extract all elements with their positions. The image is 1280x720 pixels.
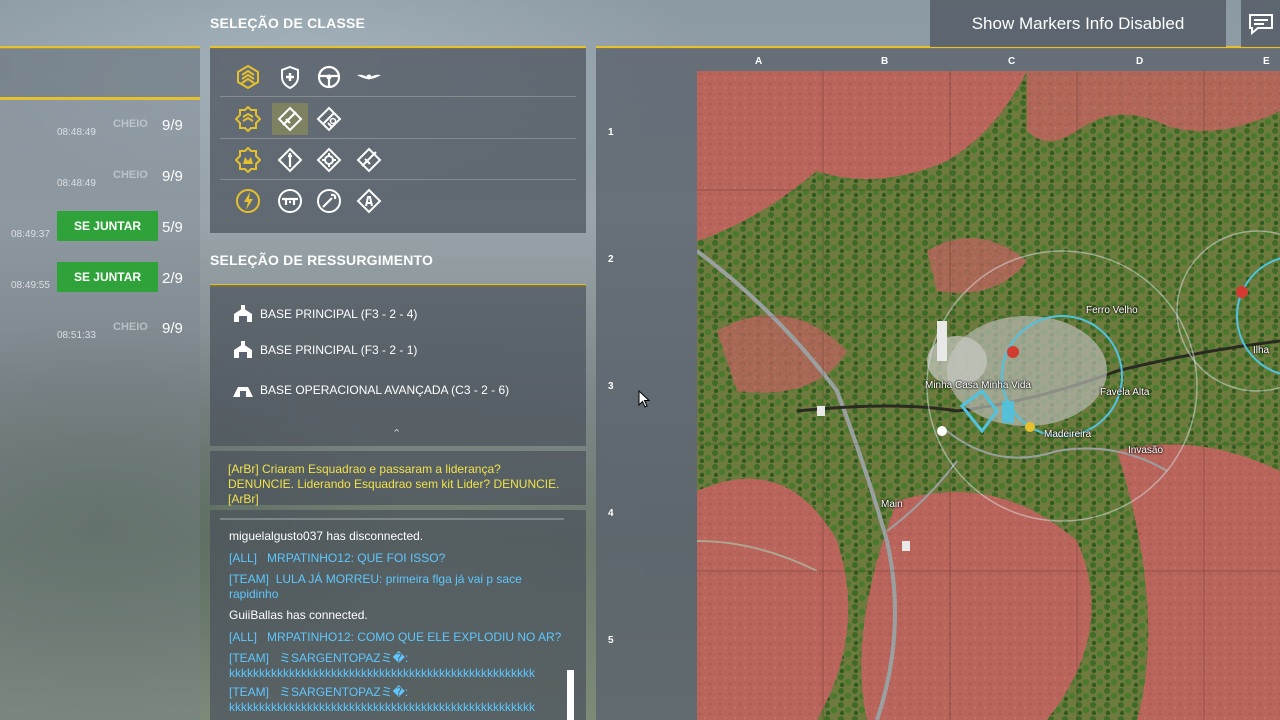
- chat-message: kkkkkkkkkkkkkkkkkkkkkkkkkkkkkkkkkkkkkkkk…: [229, 666, 535, 680]
- spawn-point-main-base-1[interactable]: BASE PRINCIPAL (F3 - 2 - 4): [232, 304, 417, 324]
- map-location-label: Ilha: [1253, 345, 1270, 356]
- squad-created-time: 08:48:49: [57, 178, 96, 189]
- grid-row-label: 4: [608, 508, 614, 519]
- grid-column-label: B: [881, 56, 889, 67]
- map-location-label: Ferro Velho: [1086, 305, 1138, 316]
- squad-full-status: CHEIO: [113, 118, 148, 130]
- map-location-label: Madeireira: [1044, 429, 1092, 440]
- class-selection-title: SELEÇÃO DE CLASSE: [210, 15, 366, 31]
- map-location-label: Minha Casa Minha Vida: [925, 380, 1031, 391]
- chat-message: miguelalgusto037 has disconnected.: [229, 529, 424, 543]
- chat-message: kkkkkkkkkkkkkkkkkkkkkkkkkkkkkkkkkkkkkkkk…: [229, 700, 535, 714]
- squad-list: 08:48:49 CHEIO 9/9 08:48:49 CHEIO 9/9 08…: [0, 48, 200, 720]
- pilot-icon[interactable]: [351, 61, 387, 93]
- fireteam-leader-icon[interactable]: [230, 103, 266, 135]
- main-base-icon: [234, 305, 252, 322]
- tactical-map[interactable]: Ferro Velho Minha Casa Minha Vida Favela…: [697, 71, 1280, 720]
- squad-leader-icon[interactable]: [230, 61, 266, 93]
- squad-member-count: 9/9: [162, 320, 183, 337]
- lat-icon[interactable]: [351, 185, 387, 217]
- squad-created-time: 08:49:55: [11, 280, 50, 291]
- chat-message: rapidinho: [229, 587, 279, 601]
- squad-full-status: CHEIO: [113, 169, 148, 181]
- spawn-point-label: BASE PRINCIPAL (F3 - 2 - 1): [260, 343, 418, 357]
- grid-column-label: A: [755, 56, 763, 67]
- sniper-icon[interactable]: [351, 144, 387, 176]
- fob-icon: [233, 387, 253, 397]
- crewman-icon[interactable]: [230, 185, 266, 217]
- respawn-selection-title: SELEÇÃO DE RESSURGIMENTO: [210, 252, 434, 268]
- rifleman-icon[interactable]: [272, 103, 308, 135]
- squad-member-count: 9/9: [162, 168, 183, 185]
- join-squad-button[interactable]: SE JUNTAR: [57, 262, 158, 292]
- grid-row-label: 3: [608, 381, 614, 392]
- squad-row: 08:51:33 CHEIO 9/9: [0, 314, 200, 348]
- chat-scrollbar[interactable]: [567, 670, 574, 720]
- marksman-icon[interactable]: [311, 144, 347, 176]
- spawn-point-fob[interactable]: BASE OPERACIONAL AVANÇADA (C3 - 2 - 6): [232, 380, 509, 400]
- grid-row-label: 2: [608, 254, 614, 265]
- squad-created-time: 08:49:37: [11, 229, 50, 240]
- grid-row-label: 1: [608, 127, 614, 138]
- collapse-chevron-icon[interactable]: ⌃: [392, 427, 401, 440]
- spawn-point-main-base-2[interactable]: BASE PRINCIPAL (F3 - 2 - 1): [232, 340, 417, 360]
- squad-row: 08:48:49 CHEIO 9/9: [0, 162, 200, 196]
- driver-icon[interactable]: [311, 61, 347, 93]
- squad-member-count: 9/9: [162, 117, 183, 134]
- squad-list-header: [0, 48, 200, 98]
- grid-column-label: D: [1136, 56, 1144, 67]
- chat-message: [TEAM] ミSARGENTOPAZミ�:: [229, 685, 409, 699]
- map-location-label: Invasão: [1128, 445, 1164, 456]
- map-terrain: [697, 71, 1280, 720]
- mouse-cursor-icon: [638, 390, 650, 408]
- commander-icon[interactable]: [230, 144, 266, 176]
- join-squad-button[interactable]: SE JUNTAR: [57, 211, 158, 241]
- squad-row: 08:48:49 CHEIO 9/9: [0, 111, 200, 145]
- chat-message: [ALL] MRPATINHO12: COMO QUE ELE EXPLODIU…: [229, 630, 562, 644]
- squad-row: 08:49:55 SE JUNTAR 2/9: [0, 262, 200, 296]
- class-selection-panel: [210, 48, 586, 233]
- server-announcement: [ArBr] Criaram Esquadrao e passaram a li…: [210, 451, 586, 506]
- grid-column-label: C: [1008, 56, 1016, 67]
- chat-message: GuiiBallas has connected.: [229, 608, 368, 622]
- squad-created-time: 08:51:33: [57, 330, 96, 341]
- squad-created-time: 08:48:49: [57, 127, 96, 138]
- main-base-icon: [234, 341, 252, 358]
- automatic-rifleman-icon[interactable]: [272, 144, 308, 176]
- chat-message: [TEAM] ミSARGENTOPAZミ�:: [229, 651, 409, 665]
- squad-member-count: 5/9: [162, 219, 183, 236]
- respawn-panel: BASE PRINCIPAL (F3 - 2 - 4) BASE PRINCIP…: [210, 285, 586, 446]
- chat-message: [ALL] MRPATINHO12: QUE FOI ISSO?: [229, 551, 446, 565]
- spawn-point-label: BASE OPERACIONAL AVANÇADA (C3 - 2 - 6): [260, 383, 510, 397]
- squad-member-count: 2/9: [162, 270, 183, 287]
- class-row: [220, 139, 576, 180]
- squad-full-status: CHEIO: [113, 321, 148, 333]
- spawn-point-label: BASE PRINCIPAL (F3 - 2 - 4): [260, 307, 418, 321]
- map-location-label: Favela Alta: [1100, 387, 1150, 398]
- class-row: [220, 180, 576, 221]
- divider: [220, 518, 564, 520]
- engineer-icon[interactable]: [311, 185, 347, 217]
- class-row: [220, 56, 576, 97]
- chat-log: miguelalgusto037 has disconnected. [ALL]…: [210, 510, 586, 720]
- chat-icon[interactable]: [1241, 0, 1280, 47]
- grenadier-icon[interactable]: [311, 103, 347, 135]
- class-row: [220, 98, 576, 139]
- chat-message: [TEAM] LULA JÁ MORREU: primeira flga já …: [229, 572, 522, 586]
- grid-row-label: 5: [608, 635, 614, 646]
- grid-column-label: E: [1263, 56, 1270, 67]
- squad-row: 08:49:37 SE JUNTAR 5/9: [0, 211, 200, 245]
- show-markers-info-toggle[interactable]: Show Markers Info Disabled: [930, 0, 1226, 47]
- map-location-label: Main: [881, 499, 903, 510]
- divider: [0, 97, 200, 100]
- medic-icon[interactable]: [272, 61, 308, 93]
- machine-gunner-icon[interactable]: [272, 185, 308, 217]
